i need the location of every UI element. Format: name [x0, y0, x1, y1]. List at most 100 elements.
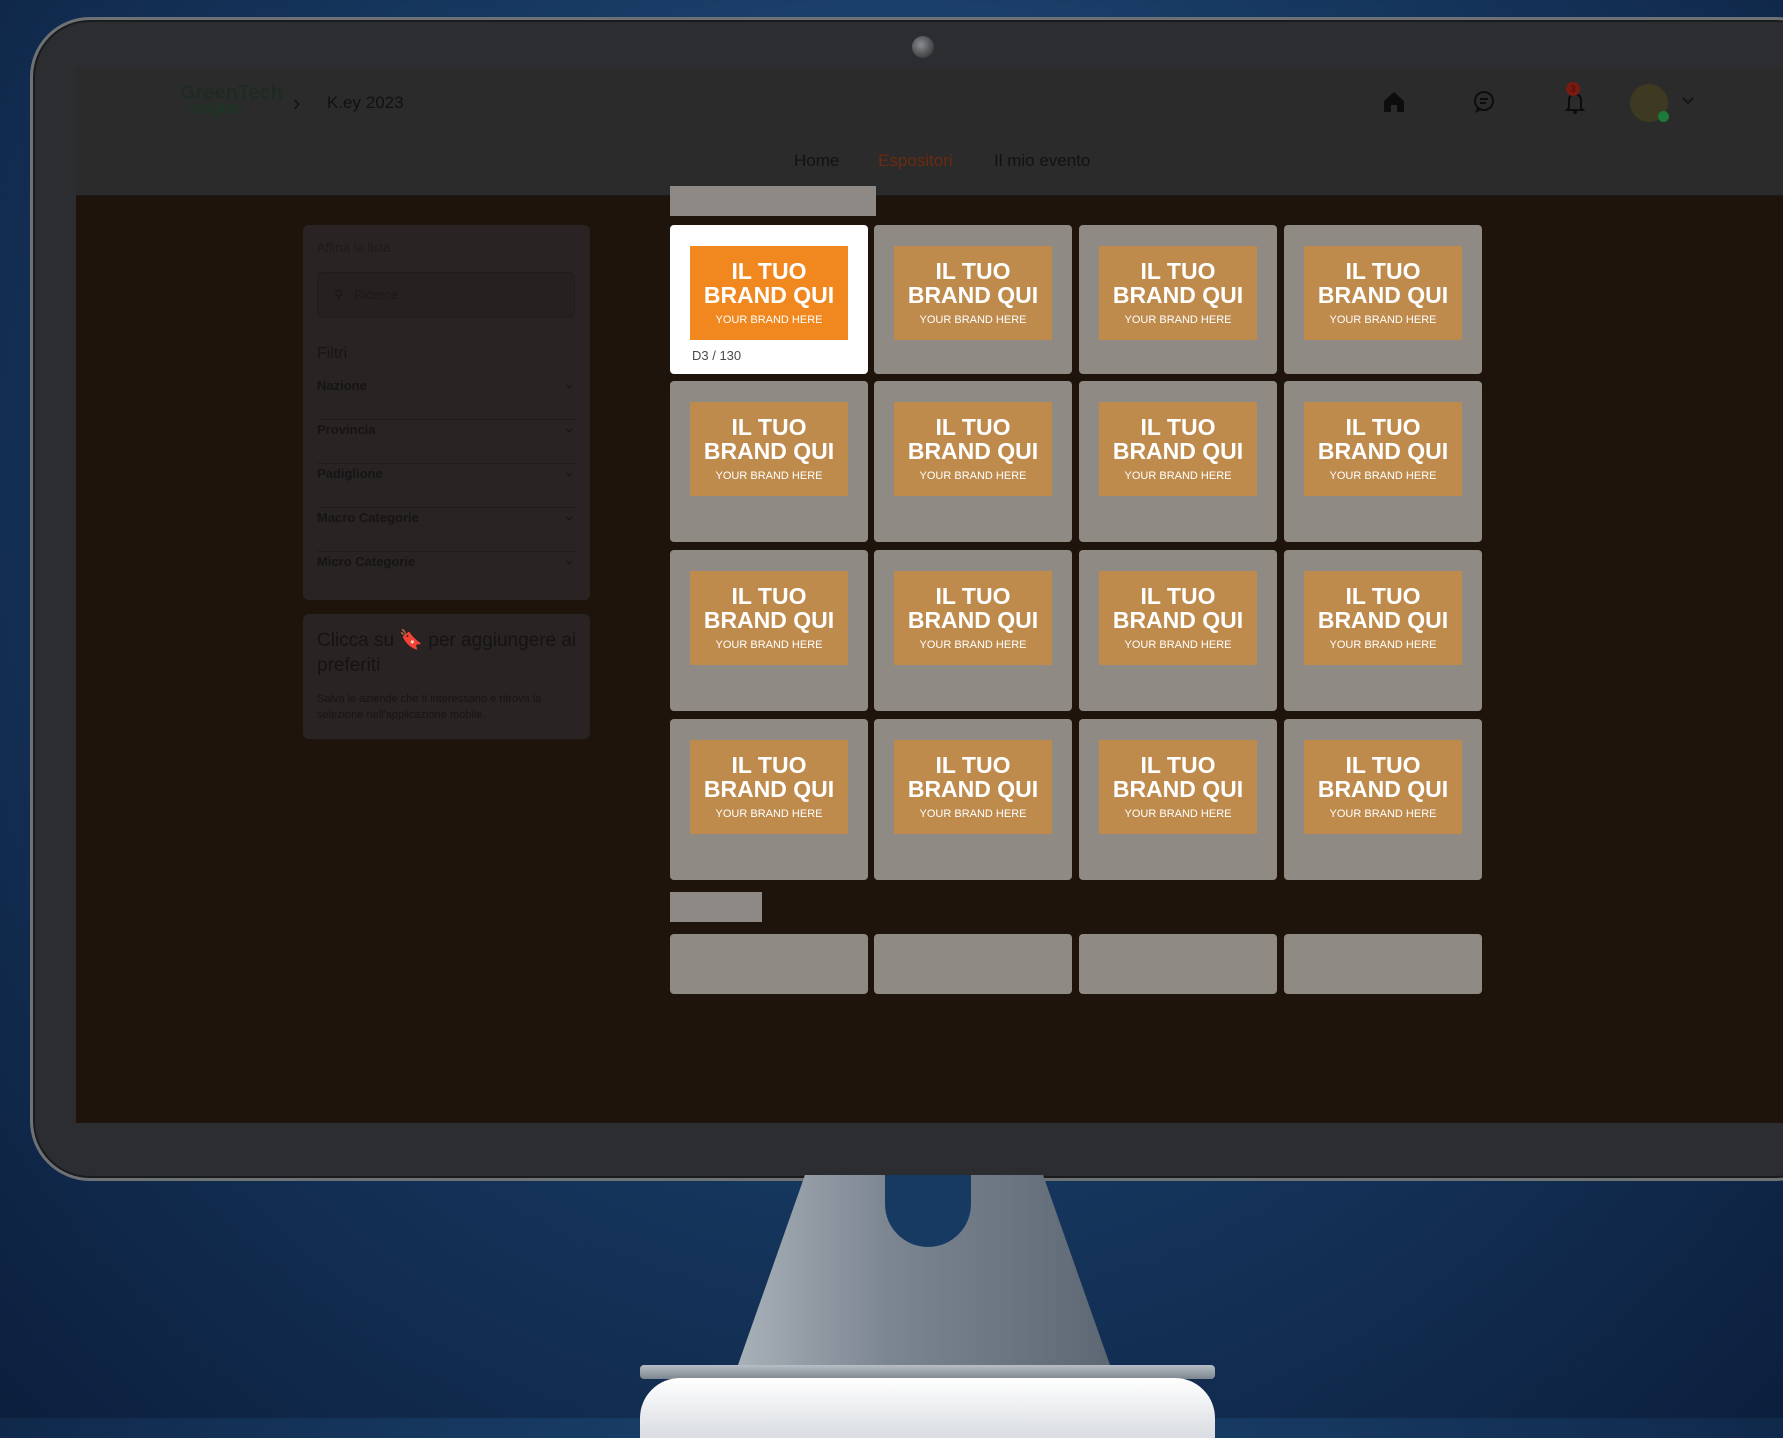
brand-line-2: BRAND QUI: [703, 776, 835, 802]
brand-logo: IL TUO BRAND QUI YOUR BRAND HERE: [1304, 571, 1462, 665]
brand-line-2: BRAND QUI: [907, 776, 1039, 802]
brand-line-3: YOUR BRAND HERE: [919, 639, 1027, 651]
brand-logo: IL TUO BRAND QUI YOUR BRAND HERE: [894, 571, 1052, 665]
brand-line-3: YOUR BRAND HERE: [1124, 470, 1232, 482]
brand-line-2: BRAND QUI: [1317, 607, 1449, 633]
chevron-down-icon[interactable]: [1680, 93, 1696, 109]
brand-logo: IL TUO BRAND QUI YOUR BRAND HERE: [894, 740, 1052, 834]
logo[interactable]: GreenTech Insights: [180, 82, 283, 116]
exhibitor-card[interactable]: IL TUO BRAND QUI YOUR BRAND HERE: [670, 719, 868, 880]
brand-line-1: IL TUO: [1140, 414, 1216, 440]
brand-line-1: IL TUO: [1140, 752, 1216, 778]
screen: GreenTech Insights › K.ey 2023 3 Home Es…: [76, 68, 1783, 1123]
brand-logo: IL TUO BRAND QUI YOUR BRAND HERE: [894, 402, 1052, 496]
search-icon: ⚲: [334, 287, 344, 302]
stand-foot: [640, 1378, 1215, 1438]
chevron-down-icon: ⌄: [563, 419, 575, 435]
filter-nazione[interactable]: Nazione ⌄: [317, 375, 577, 420]
brand-line-2: BRAND QUI: [1112, 282, 1244, 308]
brand-logo: IL TUO BRAND QUI YOUR BRAND HERE: [894, 246, 1052, 340]
brand-line-3: YOUR BRAND HERE: [1329, 470, 1437, 482]
exhibitor-card[interactable]: IL TUO BRAND QUI YOUR BRAND HERE: [1284, 550, 1482, 711]
brand-logo: IL TUO BRAND QUI YOUR BRAND HERE: [690, 740, 848, 834]
filters-panel: Affina la lista ⚲ Ricerca Filtri Nazione…: [303, 225, 590, 600]
stand-base: [640, 1365, 1215, 1379]
stand-code: D3 / 130: [692, 348, 742, 363]
exhibitor-card[interactable]: IL TUO BRAND QUI YOUR BRAND HERE: [1079, 719, 1277, 880]
brand-line-2: BRAND QUI: [1317, 438, 1449, 464]
exhibitor-card[interactable]: IL TUO BRAND QUI YOUR BRAND HERE D3 / 130: [670, 225, 868, 374]
brand-line-3: YOUR BRAND HERE: [1329, 639, 1437, 651]
brand-line-2: BRAND QUI: [907, 282, 1039, 308]
brand-line-2: BRAND QUI: [907, 438, 1039, 464]
brand-line-1: IL TUO: [731, 414, 807, 440]
brand-line-3: YOUR BRAND HERE: [919, 808, 1027, 820]
filters-title: Filtri: [317, 345, 348, 362]
nav-my-event[interactable]: Il mio evento: [994, 151, 1090, 171]
brand-line-1: IL TUO: [935, 752, 1011, 778]
brand-line-3: YOUR BRAND HERE: [919, 470, 1027, 482]
brand-line-2: BRAND QUI: [907, 607, 1039, 633]
filter-padiglione[interactable]: Padiglione ⌄: [317, 463, 577, 508]
breadcrumb-event[interactable]: K.ey 2023: [327, 93, 404, 113]
exhibitor-card[interactable]: IL TUO BRAND QUI YOUR BRAND HERE: [874, 550, 1072, 711]
filter-macro-categorie[interactable]: Macro Categorie ⌄: [317, 507, 577, 552]
favorites-hint: Clicca su 🔖 per aggiungere ai preferiti …: [303, 614, 590, 739]
filter-micro-categorie[interactable]: Micro Categorie ⌄: [317, 551, 577, 595]
brand-line-1: IL TUO: [1140, 583, 1216, 609]
chevron-down-icon: ⌄: [563, 463, 575, 479]
brand-line-3: YOUR BRAND HERE: [1329, 808, 1437, 820]
exhibitor-card[interactable]: [670, 934, 868, 994]
filter-provincia[interactable]: Provincia ⌄: [317, 419, 577, 464]
exhibitor-card[interactable]: IL TUO BRAND QUI YOUR BRAND HERE: [1079, 381, 1277, 542]
filter-label: Micro Categorie: [317, 554, 416, 569]
exhibitor-card[interactable]: IL TUO BRAND QUI YOUR BRAND HERE: [670, 381, 868, 542]
brand-logo: IL TUO BRAND QUI YOUR BRAND HERE: [1304, 740, 1462, 834]
home-icon[interactable]: [1380, 88, 1408, 116]
brand-logo: IL TUO BRAND QUI YOUR BRAND HERE: [1099, 740, 1257, 834]
chevron-down-icon: ⌄: [563, 507, 575, 523]
brand-line-1: IL TUO: [1140, 258, 1216, 284]
brand-line-2: BRAND QUI: [1317, 776, 1449, 802]
section-header-placeholder: [670, 186, 876, 216]
brand-line-2: BRAND QUI: [1112, 607, 1244, 633]
brand-line-3: YOUR BRAND HERE: [1329, 314, 1437, 326]
chat-icon[interactable]: [1470, 88, 1498, 116]
brand-line-1: IL TUO: [935, 583, 1011, 609]
brand-line-3: YOUR BRAND HERE: [715, 639, 823, 651]
online-status-dot: [1658, 111, 1669, 122]
exhibitor-card[interactable]: IL TUO BRAND QUI YOUR BRAND HERE: [1079, 225, 1277, 374]
brand-line-3: YOUR BRAND HERE: [715, 470, 823, 482]
nav-exhibitors[interactable]: Espositori: [878, 151, 953, 171]
nav-home[interactable]: Home: [794, 151, 839, 171]
exhibitor-card[interactable]: IL TUO BRAND QUI YOUR BRAND HERE: [1079, 550, 1277, 711]
search-input[interactable]: ⚲ Ricerca: [317, 272, 575, 318]
exhibitor-card[interactable]: IL TUO BRAND QUI YOUR BRAND HERE: [874, 225, 1072, 374]
logo-main: GreenTech: [180, 82, 283, 104]
brand-line-3: YOUR BRAND HERE: [1124, 808, 1232, 820]
brand-logo: IL TUO BRAND QUI YOUR BRAND HERE: [1304, 246, 1462, 340]
exhibitor-card[interactable]: [874, 934, 1072, 994]
brand-line-1: IL TUO: [935, 414, 1011, 440]
exhibitor-card[interactable]: IL TUO BRAND QUI YOUR BRAND HERE: [670, 550, 868, 711]
brand-logo: IL TUO BRAND QUI YOUR BRAND HERE: [690, 571, 848, 665]
exhibitor-card[interactable]: IL TUO BRAND QUI YOUR BRAND HERE: [1284, 225, 1482, 374]
webcam-icon: [912, 36, 934, 58]
brand-line-1: IL TUO: [1345, 752, 1421, 778]
exhibitor-card[interactable]: [1284, 934, 1482, 994]
brand-line-3: YOUR BRAND HERE: [919, 314, 1027, 326]
exhibitor-card[interactable]: IL TUO BRAND QUI YOUR BRAND HERE: [1284, 719, 1482, 880]
brand-line-3: YOUR BRAND HERE: [1124, 639, 1232, 651]
brand-logo: IL TUO BRAND QUI YOUR BRAND HERE: [1304, 402, 1462, 496]
section-header-placeholder: [670, 892, 762, 922]
exhibitor-card[interactable]: IL TUO BRAND QUI YOUR BRAND HERE: [1284, 381, 1482, 542]
brand-line-1: IL TUO: [731, 752, 807, 778]
exhibitor-card[interactable]: IL TUO BRAND QUI YOUR BRAND HERE: [874, 719, 1072, 880]
exhibitor-card[interactable]: [1079, 934, 1277, 994]
brand-line-1: IL TUO: [731, 583, 807, 609]
exhibitor-card[interactable]: IL TUO BRAND QUI YOUR BRAND HERE: [874, 381, 1072, 542]
brand-line-3: YOUR BRAND HERE: [1124, 314, 1232, 326]
brand-line-1: IL TUO: [1345, 583, 1421, 609]
chevron-down-icon: ⌄: [563, 551, 575, 567]
brand-line-3: YOUR BRAND HERE: [715, 808, 823, 820]
